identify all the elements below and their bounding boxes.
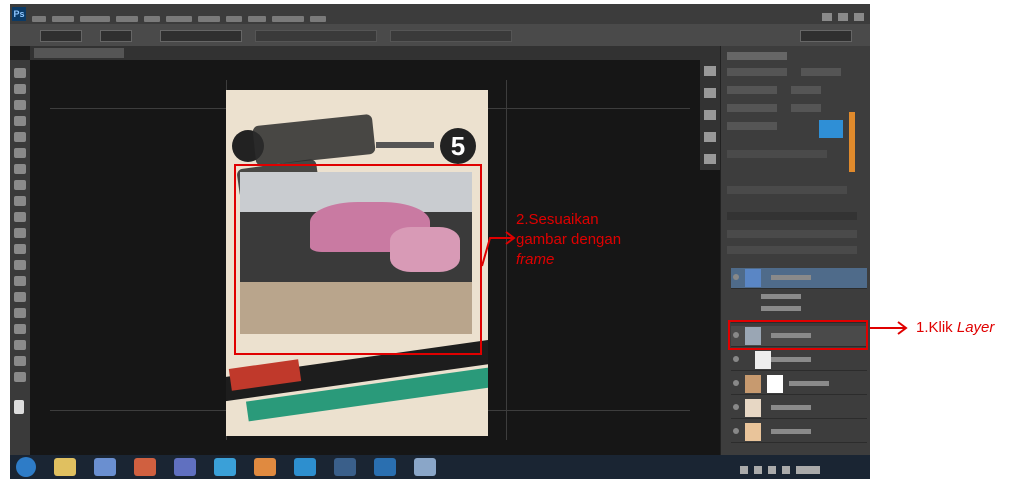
arrow-right-icon [870, 321, 908, 335]
layer-effects[interactable] [731, 288, 867, 323]
menu-bar: Ps [10, 4, 870, 24]
layer-item[interactable] [731, 398, 867, 419]
explorer-icon[interactable] [54, 458, 76, 476]
panel-icon-strip[interactable] [700, 60, 720, 170]
annotation-step1: 1.Klik Layer [916, 318, 994, 338]
annotation-step1-text: 1.Klik [916, 319, 957, 336]
annotation-step2-line3: frame [516, 251, 555, 268]
app-icon[interactable] [174, 458, 196, 476]
app-icon[interactable] [374, 458, 396, 476]
app-icon[interactable] [294, 458, 316, 476]
system-tray[interactable] [740, 461, 860, 474]
right-panels[interactable] [720, 46, 870, 455]
annotation-step2-line1: 2.Sesuaikan [516, 211, 599, 228]
photoshop-logo-icon: Ps [12, 7, 26, 21]
annotation-step1-emph: Layer [956, 319, 995, 336]
arrow-right-icon [481, 231, 516, 267]
poster-tagline [376, 142, 434, 148]
app-icon[interactable] [214, 458, 236, 476]
tools-panel[interactable] [10, 60, 30, 455]
document-tab-bar[interactable] [30, 46, 720, 60]
layer-background[interactable] [731, 422, 867, 443]
app-icon[interactable] [334, 458, 356, 476]
app-icon[interactable] [94, 458, 116, 476]
poster-number: 5 [440, 128, 476, 164]
windows-taskbar [10, 455, 870, 479]
photo-highlight-box [234, 164, 482, 355]
windows-start-icon[interactable] [16, 457, 36, 477]
annotation-step2-line2: gambar dengan [516, 231, 622, 248]
annotation-step2: 2.Sesuaikan gambar dengan frame [516, 210, 621, 270]
app-icon[interactable] [134, 458, 156, 476]
menu-items[interactable] [32, 9, 332, 22]
photoshop-taskbar-icon[interactable] [414, 458, 436, 476]
eye-icon[interactable] [733, 274, 739, 280]
layer-item[interactable] [731, 350, 867, 371]
layer-group[interactable] [731, 268, 867, 289]
options-bar[interactable] [10, 24, 870, 46]
poster-title-retro [252, 113, 376, 167]
document-tab[interactable] [34, 48, 124, 58]
layer-item[interactable] [731, 374, 867, 395]
layer-highlight-box [728, 320, 868, 350]
app-icon[interactable] [254, 458, 276, 476]
